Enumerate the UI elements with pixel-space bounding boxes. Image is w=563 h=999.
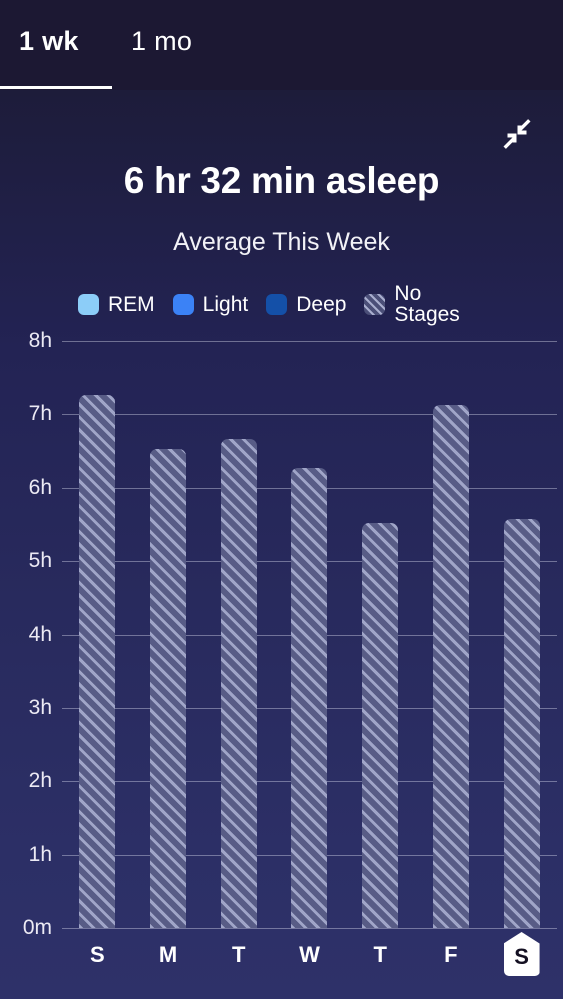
chart-bars — [62, 341, 557, 928]
chart-bar[interactable] — [220, 438, 257, 928]
chart-bar[interactable] — [291, 467, 328, 928]
x-axis-label-today[interactable]: S — [503, 932, 540, 976]
x-axis-slot: S — [486, 932, 557, 976]
x-axis-label-text: S — [514, 944, 529, 969]
bar-slot — [203, 341, 274, 928]
y-axis-tick-label: 0m — [22, 916, 52, 939]
bar-slot — [274, 341, 345, 928]
y-axis-tick-label: 8h — [28, 329, 52, 352]
x-axis-label[interactable]: M — [159, 940, 177, 970]
sleep-bar-chart: 0m 1h 2h 3h 4h 5h 6h 7h 8h S M T W T F S — [0, 0, 563, 999]
chart-x-axis: SMTWTFS — [62, 932, 557, 990]
x-axis-label[interactable]: W — [299, 940, 320, 970]
bar-slot — [345, 341, 416, 928]
y-axis-tick-label: 7h — [28, 402, 52, 426]
x-axis-label[interactable]: T — [232, 940, 245, 970]
gridline — [62, 928, 557, 929]
x-axis-slot: T — [345, 940, 416, 970]
y-axis-tick-label: 3h — [28, 695, 52, 719]
chart-bar[interactable] — [79, 394, 116, 928]
x-axis-label[interactable]: S — [90, 940, 105, 970]
bar-slot — [62, 341, 133, 928]
y-axis-tick-label: 6h — [28, 475, 52, 499]
bar-slot — [133, 341, 204, 928]
y-axis-tick-label: 4h — [28, 622, 52, 646]
chart-bar[interactable] — [432, 404, 469, 928]
x-axis-slot: S — [62, 940, 133, 970]
chart-bar[interactable] — [362, 522, 399, 928]
chart-bar[interactable] — [150, 448, 187, 928]
y-axis-tick-label: 2h — [28, 769, 52, 793]
x-axis-slot: M — [133, 940, 204, 970]
chart-bar[interactable] — [503, 518, 540, 928]
bar-slot — [416, 341, 487, 928]
y-axis-tick-label: 5h — [28, 549, 52, 573]
y-axis-tick-label: 1h — [28, 842, 52, 866]
x-axis-slot: W — [274, 940, 345, 970]
bar-slot — [486, 341, 557, 928]
x-axis-label[interactable]: T — [373, 940, 386, 970]
chart-plot-area — [62, 341, 557, 929]
x-axis-slot: F — [416, 940, 487, 970]
x-axis-slot: T — [203, 940, 274, 970]
x-axis-label[interactable]: F — [444, 940, 457, 970]
